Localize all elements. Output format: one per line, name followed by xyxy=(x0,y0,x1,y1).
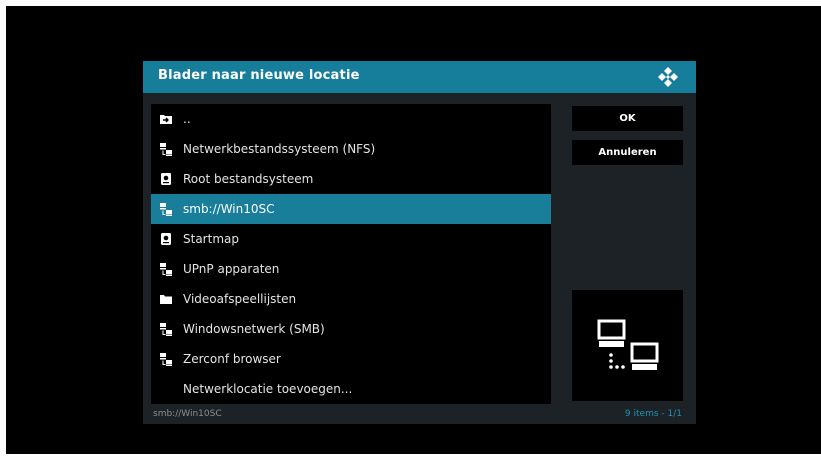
network-icon xyxy=(160,263,172,276)
list-item-label: .. xyxy=(183,112,191,126)
drive-icon xyxy=(161,233,171,245)
preview-thumbnail xyxy=(572,290,683,401)
list-item-label: Netwerklocatie toevoegen... xyxy=(183,382,353,396)
list-item-label: UPnP apparaten xyxy=(183,262,280,276)
network-icon xyxy=(160,143,172,156)
cancel-button[interactable]: Annuleren xyxy=(572,140,683,165)
list-item-label: Zerconf browser xyxy=(183,352,281,366)
network-icon xyxy=(160,323,172,336)
list-item-label: Startmap xyxy=(183,232,239,246)
list-item-upnp[interactable]: UPnP apparaten xyxy=(151,254,551,284)
list-item-zeroconf[interactable]: Zerconf browser xyxy=(151,344,551,374)
item-count: 9 items - 1/1 xyxy=(624,409,682,419)
folder-icon xyxy=(160,295,172,304)
list-item-label: smb://Win10SC xyxy=(183,202,275,216)
list-item-video-playlists[interactable]: Videoafspeellijsten xyxy=(151,284,551,314)
network-icon xyxy=(160,353,172,366)
list-item-root[interactable]: Root bestandsysteem xyxy=(151,164,551,194)
network-icon xyxy=(160,203,172,216)
kodi-logo-icon xyxy=(658,67,678,87)
folder-up-icon xyxy=(160,115,172,124)
browse-dialog: Blader naar nieuwe locatie .. Netwerkbes… xyxy=(143,61,696,424)
screen-background: Blader naar nieuwe locatie .. Netwerkbes… xyxy=(6,6,821,454)
list-item-startmap[interactable]: Startmap xyxy=(151,224,551,254)
network-computers-icon xyxy=(597,319,659,370)
dialog-title: Blader naar nieuwe locatie xyxy=(158,68,360,83)
file-browser-list: .. Netwerkbestandssysteem (NFS) Root bes… xyxy=(151,104,551,404)
list-item-label: Videoafspeellijsten xyxy=(183,292,297,306)
list-item-label: Root bestandsysteem xyxy=(183,172,314,186)
list-item-parent[interactable]: .. xyxy=(151,104,551,134)
dialog-titlebar: Blader naar nieuwe locatie xyxy=(143,61,696,93)
list-item-smb-win10sc[interactable]: smb://Win10SC xyxy=(151,194,551,224)
current-path: smb://Win10SC xyxy=(153,409,222,419)
drive-icon xyxy=(161,173,171,185)
list-item-nfs[interactable]: Netwerkbestandssysteem (NFS) xyxy=(151,134,551,164)
ok-button[interactable]: OK xyxy=(572,106,683,131)
list-item-label: Netwerkbestandssysteem (NFS) xyxy=(183,142,376,156)
list-item-add-network-location[interactable]: Netwerklocatie toevoegen... xyxy=(151,374,551,404)
list-item-label: Windowsnetwerk (SMB) xyxy=(183,322,325,336)
list-item-smb[interactable]: Windowsnetwerk (SMB) xyxy=(151,314,551,344)
